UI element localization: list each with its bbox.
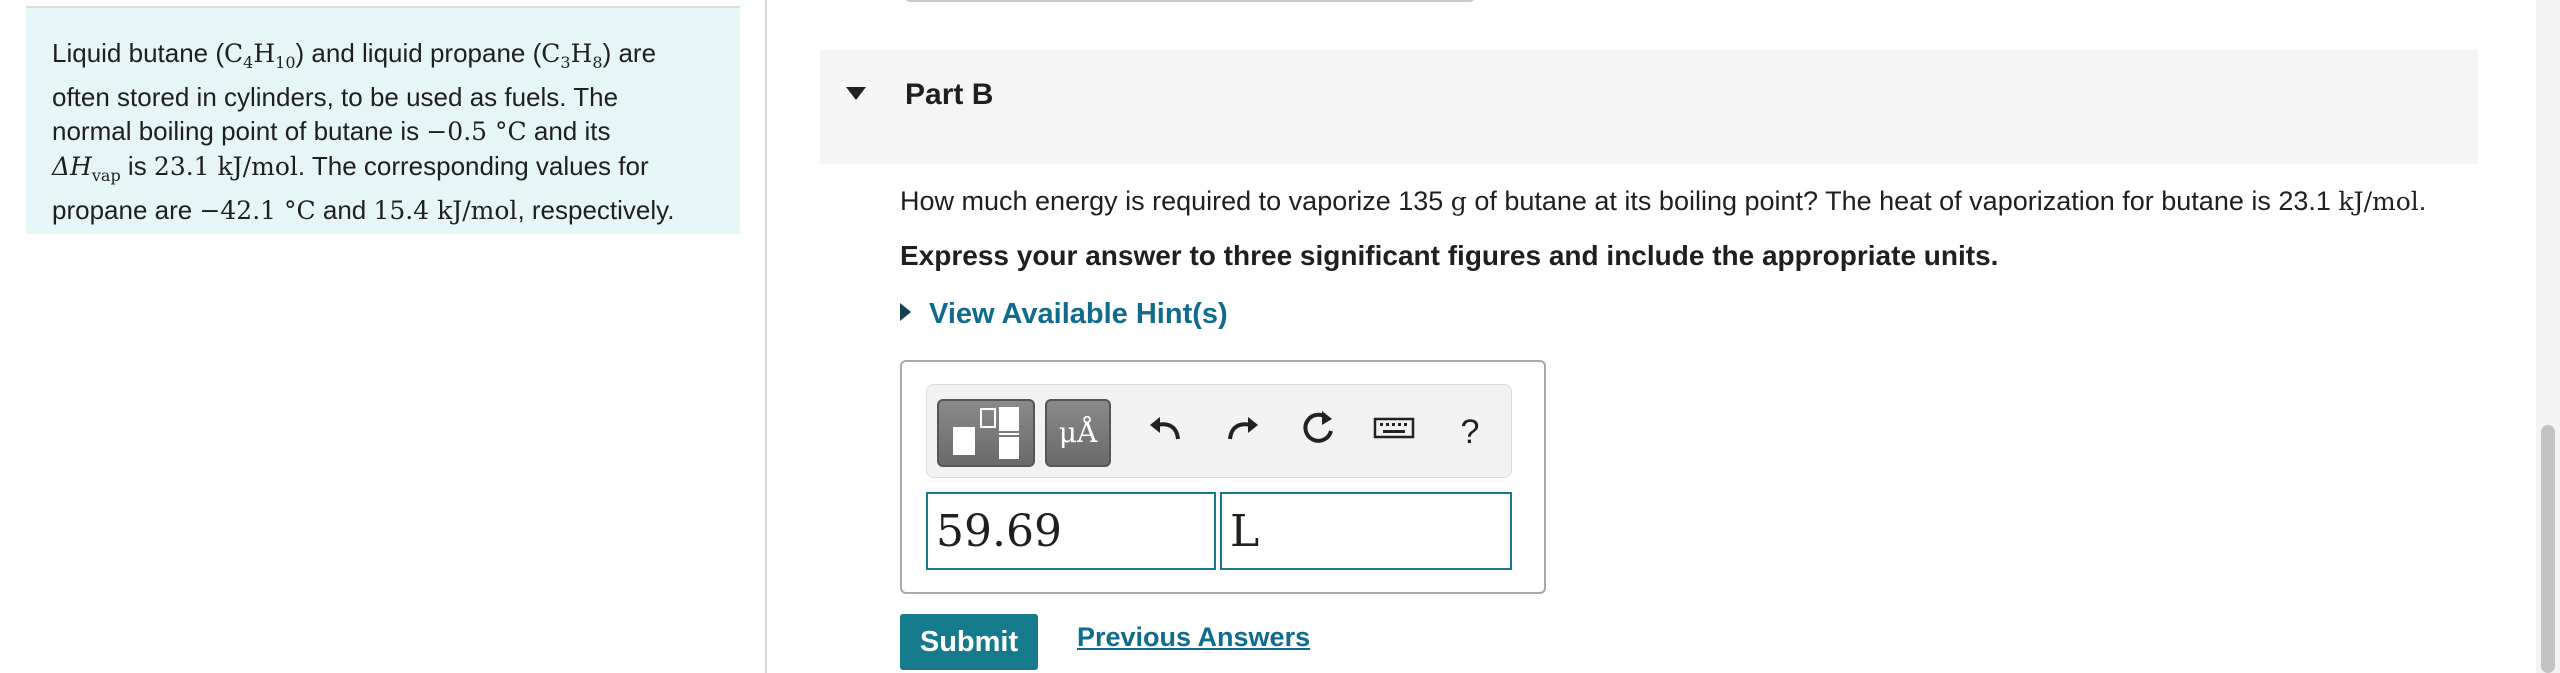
keyboard-icon[interactable] — [1369, 407, 1419, 457]
propane-boiling-point: −42.1 °C — [199, 196, 316, 225]
templates-button[interactable] — [937, 399, 1035, 467]
help-icon[interactable]: ? — [1445, 407, 1495, 457]
redo-icon[interactable] — [1217, 407, 1267, 457]
reset-icon[interactable] — [1293, 407, 1343, 457]
undo-icon[interactable] — [1141, 407, 1191, 457]
question-text: How much energy is required to vaporize … — [900, 186, 2427, 216]
context-text: Liquid butane ( — [52, 38, 225, 68]
butane-enthalpy: 23.1 kJ/mol — [153, 152, 298, 181]
propane-formula: C3H8 — [541, 39, 603, 72]
scrollbar-track[interactable] — [2536, 0, 2560, 673]
context-text: ) and liquid propane ( — [295, 38, 542, 68]
expand-caret-icon — [900, 303, 911, 321]
templates-icon — [953, 407, 1019, 459]
answer-box: μÅ ? 59.69 L — [900, 360, 1546, 594]
problem-context-panel: Liquid butane (C4H10) and liquid propane… — [26, 8, 740, 234]
enthalpy-unit: kJ/mol — [2338, 187, 2419, 216]
panel-divider — [765, 0, 767, 673]
previous-answers-link[interactable]: Previous Answers — [1077, 622, 1310, 653]
hint-label: View Available Hint(s) — [929, 298, 1228, 330]
part-b-header[interactable]: Part B — [820, 50, 2478, 164]
mass-unit: g — [1450, 187, 1467, 216]
propane-enthalpy: 15.4 kJ/mol — [373, 196, 518, 225]
butane-boiling-point: −0.5 °C — [426, 117, 527, 146]
answer-unit-input[interactable]: L — [1220, 492, 1512, 570]
answer-instruction: Express your answer to three significant… — [900, 240, 1999, 271]
view-hints-link[interactable]: View Available Hint(s) — [900, 298, 1228, 331]
math-toolbar: μÅ ? — [926, 384, 1512, 478]
collapse-caret-icon[interactable] — [846, 87, 866, 100]
part-title: Part B — [905, 78, 994, 111]
context-line-4: ΔHvap is 23.1 kJ/mol. The corresponding … — [52, 151, 649, 185]
butane-formula: C4H10 — [224, 39, 296, 72]
answer-value-input[interactable]: 59.69 — [926, 492, 1216, 570]
context-line-5: propane are −42.1 °C and 15.4 kJ/mol, re… — [52, 195, 675, 225]
context-line-2: often stored in cylinders, to be used as… — [52, 82, 619, 112]
previous-part-box-edge — [905, 0, 1475, 2]
context-line-3: normal boiling point of butane is −0.5 °… — [52, 116, 611, 146]
enthalpy-symbol: ΔHvap — [52, 152, 121, 185]
scrollbar-thumb[interactable] — [2541, 425, 2555, 673]
context-line-1: Liquid butane (C4H10) and liquid propane… — [52, 36, 716, 80]
units-button[interactable]: μÅ — [1045, 399, 1111, 467]
page: Liquid butane (C4H10) and liquid propane… — [0, 0, 2560, 673]
submit-button[interactable]: Submit — [900, 614, 1038, 670]
context-text: ) are — [602, 38, 657, 68]
